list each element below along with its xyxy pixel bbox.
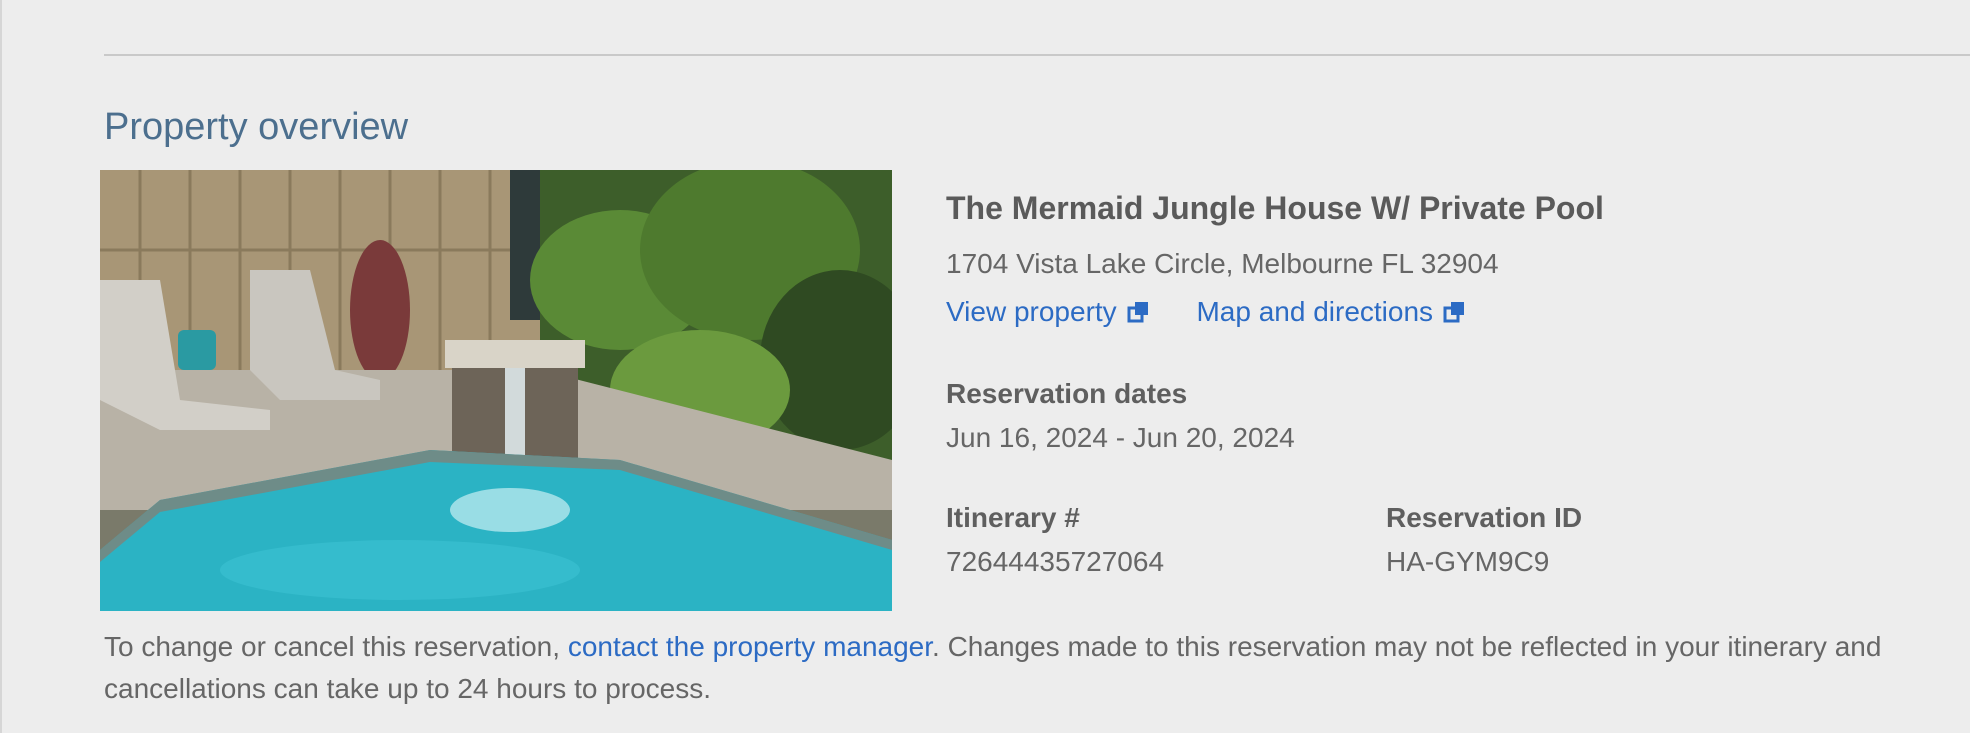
property-name: The Mermaid Jungle House W/ Private Pool	[946, 190, 1604, 226]
property-info: The Mermaid Jungle House W/ Private Pool	[946, 190, 1604, 227]
external-link-icon	[1127, 302, 1148, 323]
reservation-id-value: HA-GYM9C9	[1386, 546, 1550, 577]
reservation-dates-label: Reservation dates	[946, 378, 1188, 409]
contact-property-manager-link[interactable]: contact the property manager	[568, 631, 932, 662]
property-links: View property Map and directions	[946, 296, 1465, 328]
reservation-dates-value: Jun 16, 2024 - Jun 20, 2024	[946, 422, 1295, 453]
itinerary-label: Itinerary #	[946, 502, 1080, 533]
property-photo	[100, 170, 892, 611]
note-text-before: To change or cancel this reservation,	[104, 631, 568, 662]
reservation-id-label: Reservation ID	[1386, 502, 1583, 533]
property-address: 1704 Vista Lake Circle, Melbourne FL 329…	[946, 248, 1499, 279]
view-property-link[interactable]: View property	[946, 296, 1149, 328]
page-left-border	[0, 0, 2, 733]
section-title: Property overview	[104, 106, 409, 148]
section-divider	[104, 54, 1970, 56]
map-and-directions-link[interactable]: Map and directions	[1196, 296, 1465, 328]
itinerary-value: 72644435727064	[946, 546, 1165, 577]
view-property-label: View property	[946, 296, 1117, 327]
external-link-icon	[1443, 302, 1465, 323]
map-and-directions-label: Map and directions	[1196, 296, 1434, 327]
change-cancel-note: To change or cancel this reservation, co…	[104, 626, 1964, 710]
